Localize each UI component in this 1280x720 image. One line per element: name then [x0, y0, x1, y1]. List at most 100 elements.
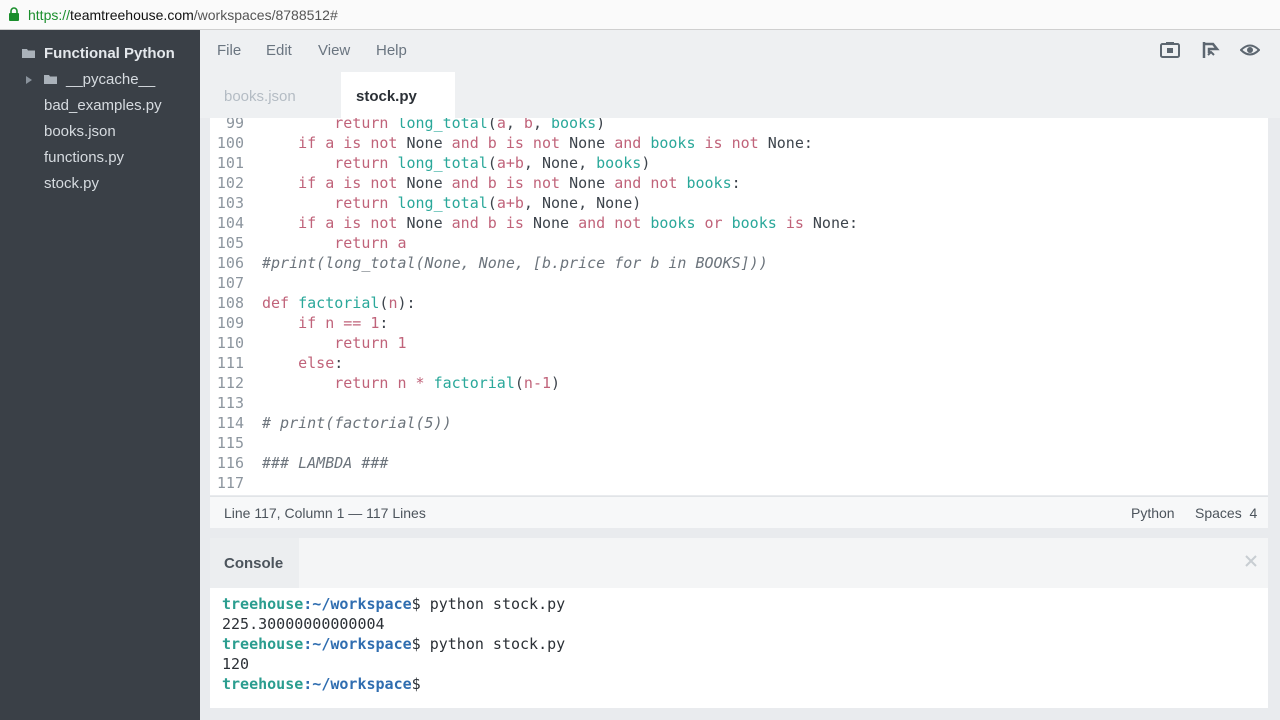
code-token: def	[262, 294, 299, 312]
code-text: return n * factorial(n-1)	[262, 373, 560, 393]
code-token: # print(factorial(5))	[262, 414, 452, 432]
tree-item-functions[interactable]: functions.py	[44, 147, 194, 169]
lock-icon	[9, 7, 19, 21]
code-token: ,	[532, 118, 551, 132]
url-scheme: https://	[28, 7, 71, 23]
tree-item-books-json[interactable]: books.json	[44, 121, 194, 143]
code-token: +	[505, 194, 515, 212]
code-token: , None, None)	[523, 194, 642, 212]
status-bar: Line 117, Column 1 — 117 Lines Python Sp…	[210, 496, 1268, 528]
line-number: 105	[216, 234, 244, 252]
code-token: is not	[343, 134, 407, 152]
line-number: 100	[216, 134, 244, 152]
code-token: is not	[505, 134, 570, 152]
line-number: 99	[225, 118, 244, 132]
code-token: books	[551, 118, 597, 132]
line-number: 108	[216, 294, 244, 312]
code-token: is not	[704, 134, 768, 152]
output-text: 120	[222, 655, 250, 673]
code-text: return long_total(a, b, books)	[262, 118, 605, 133]
line-number: 106	[216, 254, 244, 272]
console-tab[interactable]: Console	[210, 538, 299, 588]
code-token: )	[641, 154, 651, 172]
code-token: ,	[505, 118, 524, 132]
menu-help[interactable]: Help	[376, 42, 407, 59]
code-text: if a is not None and b is not None and n…	[262, 173, 741, 193]
code-token: b	[487, 134, 506, 152]
code-token: (	[487, 154, 497, 172]
code-token: return	[334, 194, 398, 212]
console-line: treehouse:~/workspace$ python stock.py	[222, 594, 565, 614]
code-token: n	[523, 374, 533, 392]
code-token: None	[532, 214, 579, 232]
code-token: None:	[812, 214, 859, 232]
code-token: :	[379, 314, 389, 332]
tree-item-bad-examples[interactable]: bad_examples.py	[44, 95, 194, 117]
code-token: -	[532, 374, 542, 392]
code-token: and	[614, 134, 651, 152]
code-token: +	[505, 154, 515, 172]
code-token: None	[406, 134, 452, 152]
code-token: a	[325, 214, 344, 232]
line-number: 115	[216, 434, 244, 452]
code-token: a	[496, 118, 506, 132]
line-number: 111	[216, 354, 244, 372]
code-editor[interactable]: 99 return long_total(a, b, books) 100 if …	[210, 118, 1268, 495]
share-icon[interactable]	[1200, 40, 1220, 60]
camera-icon[interactable]	[1160, 40, 1180, 60]
tree-root-folder[interactable]: Functional Python	[22, 43, 192, 65]
menu-file[interactable]: File	[217, 42, 241, 59]
line-number: 102	[216, 174, 244, 192]
indent-setting[interactable]: Spaces 4	[1195, 505, 1257, 521]
code-token: and not	[578, 214, 651, 232]
tree-item-stock[interactable]: stock.py	[44, 173, 194, 195]
line-number: 109	[216, 314, 244, 332]
caret-right-icon[interactable]	[25, 75, 33, 85]
close-icon[interactable]	[1244, 554, 1258, 568]
code-text: return long_total(a+b, None, None)	[262, 193, 641, 213]
menu-edit[interactable]: Edit	[266, 42, 292, 59]
line-number: 114	[216, 414, 244, 432]
code-token: (	[514, 374, 524, 392]
code-token: , None,	[523, 154, 597, 172]
code-token: long_total	[397, 154, 488, 172]
console-title: Console	[224, 555, 284, 572]
code-token: n	[397, 374, 416, 392]
line-number: 101	[216, 154, 244, 172]
tab-stock-py[interactable]: stock.py	[341, 72, 455, 118]
folder-icon	[22, 49, 35, 58]
line-number: 117	[216, 474, 244, 492]
code-token: )	[551, 374, 561, 392]
prompt-path: :~/workspace	[303, 595, 412, 613]
code-text: return a	[262, 233, 406, 253]
code-token: books	[650, 134, 705, 152]
code-token: b	[523, 118, 533, 132]
language-mode[interactable]: Python	[1131, 505, 1175, 521]
browser-url-bar[interactable]: https://teamtreehouse.com/workspaces/878…	[0, 0, 1280, 30]
menu-view[interactable]: View	[318, 42, 350, 59]
code-token: None	[406, 214, 452, 232]
command-text: $ python stock.py	[411, 635, 566, 653]
code-token: b	[487, 174, 506, 192]
code-token: :	[731, 174, 741, 192]
cursor-position: Line 117, Column 1 — 117 Lines	[224, 505, 426, 521]
console-panel[interactable]: Console treehouse:~/workspace$ python st…	[210, 538, 1268, 708]
tree-item-pycache[interactable]: __pycache__	[22, 69, 192, 91]
line-number: 103	[216, 194, 244, 212]
line-number: 107	[216, 274, 244, 292]
line-number: 113	[216, 394, 244, 412]
tab-books-json[interactable]: books.json	[210, 72, 340, 118]
tab-label: stock.py	[356, 88, 417, 105]
code-token: (	[487, 118, 497, 132]
code-token: (	[487, 194, 497, 212]
code-token: a	[496, 154, 506, 172]
code-token: books	[596, 154, 642, 172]
url-text[interactable]: https://teamtreehouse.com/workspaces/878…	[28, 7, 338, 23]
code-token: a	[496, 194, 506, 212]
eye-icon[interactable]	[1240, 40, 1260, 60]
